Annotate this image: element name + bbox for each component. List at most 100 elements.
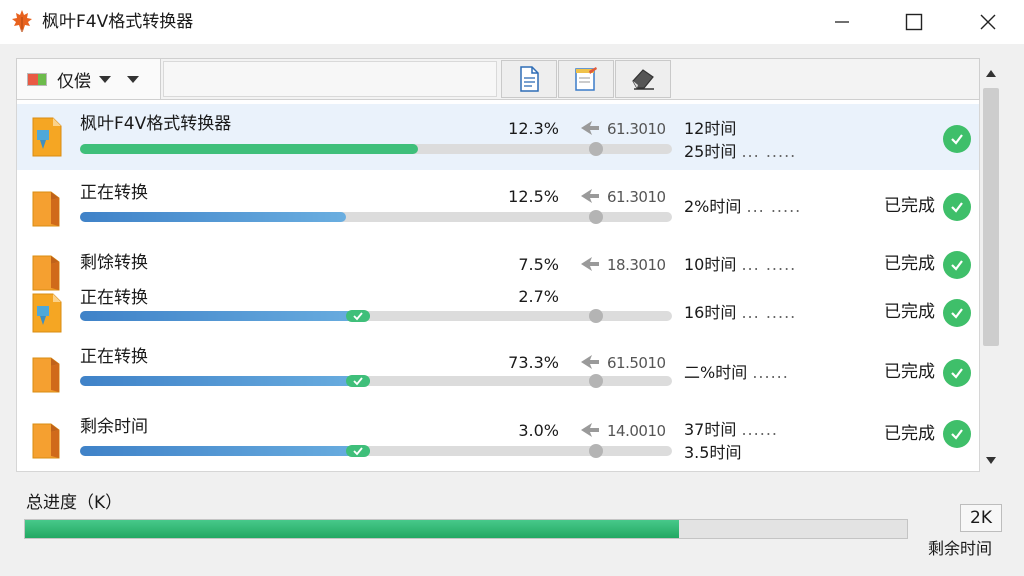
remaining-time-label: 剩余时间	[928, 539, 993, 558]
progress-track	[80, 309, 672, 323]
eraser-icon	[632, 69, 654, 90]
maximize-button[interactable]	[884, 0, 944, 44]
list-item[interactable]: 正在转换 12.5% 61.3010 2%时间 ... ..... 已完成	[17, 174, 979, 240]
file-name: 正在转换	[80, 288, 148, 308]
speed-icon	[581, 423, 599, 437]
chevron-down-icon	[99, 75, 111, 83]
check-icon	[943, 359, 971, 387]
speed-icon	[581, 355, 599, 369]
notepad-icon	[575, 67, 597, 91]
total-progress-fill	[25, 520, 679, 538]
percent-text: 3.0%	[518, 421, 559, 440]
time-value: 10时间	[684, 255, 737, 274]
check-icon	[943, 193, 971, 221]
list-item[interactable]: 枫叶F4V格式转换器 12.3% 61.3010 12时间 25时间 ... .…	[17, 104, 979, 170]
vertical-scrollbar[interactable]	[980, 62, 1002, 472]
check-icon	[943, 125, 971, 153]
check-icon	[943, 420, 971, 448]
time-value: 16时间	[684, 303, 737, 322]
progress-fill	[80, 376, 370, 386]
close-icon	[980, 14, 996, 30]
percent-text: 73.3%	[508, 353, 559, 372]
triangle-down-icon	[986, 457, 996, 464]
time-value: 二%时间	[684, 363, 748, 382]
filter-label: 仅偿	[57, 71, 91, 92]
progress-fill	[80, 446, 370, 456]
time-dots: ... .....	[746, 197, 802, 216]
mini-check-icon	[346, 375, 370, 387]
filter-dropdown[interactable]: 仅偿	[17, 59, 161, 99]
speed-text: 61.5010	[607, 354, 666, 372]
maximize-icon	[905, 13, 923, 31]
check-icon	[943, 251, 971, 279]
time-text-secondary: 25时间 ... .....	[684, 141, 796, 163]
percent-text: 12.5%	[508, 187, 559, 206]
maple-leaf-icon	[12, 10, 32, 32]
file-name: 正在转换	[80, 347, 148, 367]
time-value: 25时间	[684, 142, 737, 161]
progress-track	[80, 210, 672, 224]
total-progress-label: 总进度（K）	[26, 493, 123, 513]
progress-track	[80, 142, 672, 156]
status-text: 已完成	[884, 254, 935, 274]
time-dots: ... .....	[741, 142, 797, 161]
triangle-up-icon	[986, 70, 996, 77]
progress-knob[interactable]	[589, 210, 603, 224]
document-icon	[520, 66, 539, 92]
status-text: 已完成	[884, 424, 935, 444]
file-name: 剩馀转换	[80, 253, 148, 273]
close-button[interactable]	[958, 0, 1018, 44]
file-icon	[32, 117, 62, 157]
time-dots: ... .....	[741, 303, 797, 322]
window-title: 枫叶F4V格式转换器	[42, 12, 194, 32]
eraser-button[interactable]	[615, 60, 671, 98]
file-icon	[32, 191, 60, 227]
notepad-button[interactable]	[558, 60, 614, 98]
minimize-icon	[835, 21, 849, 23]
time-text: 2%时间 ... .....	[684, 196, 801, 218]
progress-knob[interactable]	[589, 309, 603, 323]
scroll-up-button[interactable]	[980, 62, 1002, 84]
progress-track	[80, 374, 672, 388]
progress-fill	[80, 311, 370, 321]
status-text: 已完成	[884, 302, 935, 322]
speed-text: 14.0010	[607, 422, 666, 440]
file-icon	[32, 293, 62, 333]
file-icon	[32, 357, 60, 393]
progress-knob[interactable]	[589, 374, 603, 388]
dropdown-arrow-icon[interactable]	[127, 75, 139, 83]
file-icon	[32, 423, 60, 459]
time-text-secondary: 3.5时间	[684, 443, 742, 462]
time-text: 16时间 ... .....	[684, 302, 796, 324]
time-value: 2%时间	[684, 197, 742, 216]
minimize-button[interactable]	[812, 0, 872, 44]
speed-icon	[581, 189, 599, 203]
list-item[interactable]: 正在转换 2.7% 16时间 ... ..... 已完成	[17, 280, 979, 346]
time-dots: ......	[741, 420, 778, 439]
time-text: 37时间 ......	[684, 419, 778, 441]
speed-text: 61.3010	[607, 188, 666, 206]
filter-field[interactable]	[163, 61, 497, 97]
flag-icon	[27, 72, 47, 86]
document-button[interactable]	[501, 60, 557, 98]
percent-text: 7.5%	[518, 255, 559, 274]
progress-track	[80, 444, 672, 458]
progress-knob[interactable]	[589, 142, 603, 156]
time-dots: ... .....	[741, 255, 797, 274]
status-text: 已完成	[884, 362, 935, 382]
list-item[interactable]: 剩余时间 3.0% 14.0010 37时间 ...... 3.5时间 已完成	[17, 406, 979, 471]
progress-fill	[80, 144, 418, 154]
list-item[interactable]: 正在转换 73.3% 61.5010 二%时间 ...... 已完成	[17, 340, 979, 406]
file-name: 正在转换	[80, 183, 148, 203]
scroll-down-button[interactable]	[980, 450, 1002, 472]
speed-icon	[581, 257, 599, 271]
scroll-thumb[interactable]	[983, 88, 999, 346]
progress-knob[interactable]	[589, 444, 603, 458]
file-name: 剩余时间	[80, 417, 148, 437]
count-box: 2K	[960, 504, 1002, 532]
status-text: 已完成	[884, 196, 935, 216]
toolbar: 仅偿	[16, 58, 980, 100]
title-bar: 枫叶F4V格式转换器	[0, 0, 1024, 44]
time-dots: ......	[752, 363, 789, 382]
speed-icon	[581, 121, 599, 135]
